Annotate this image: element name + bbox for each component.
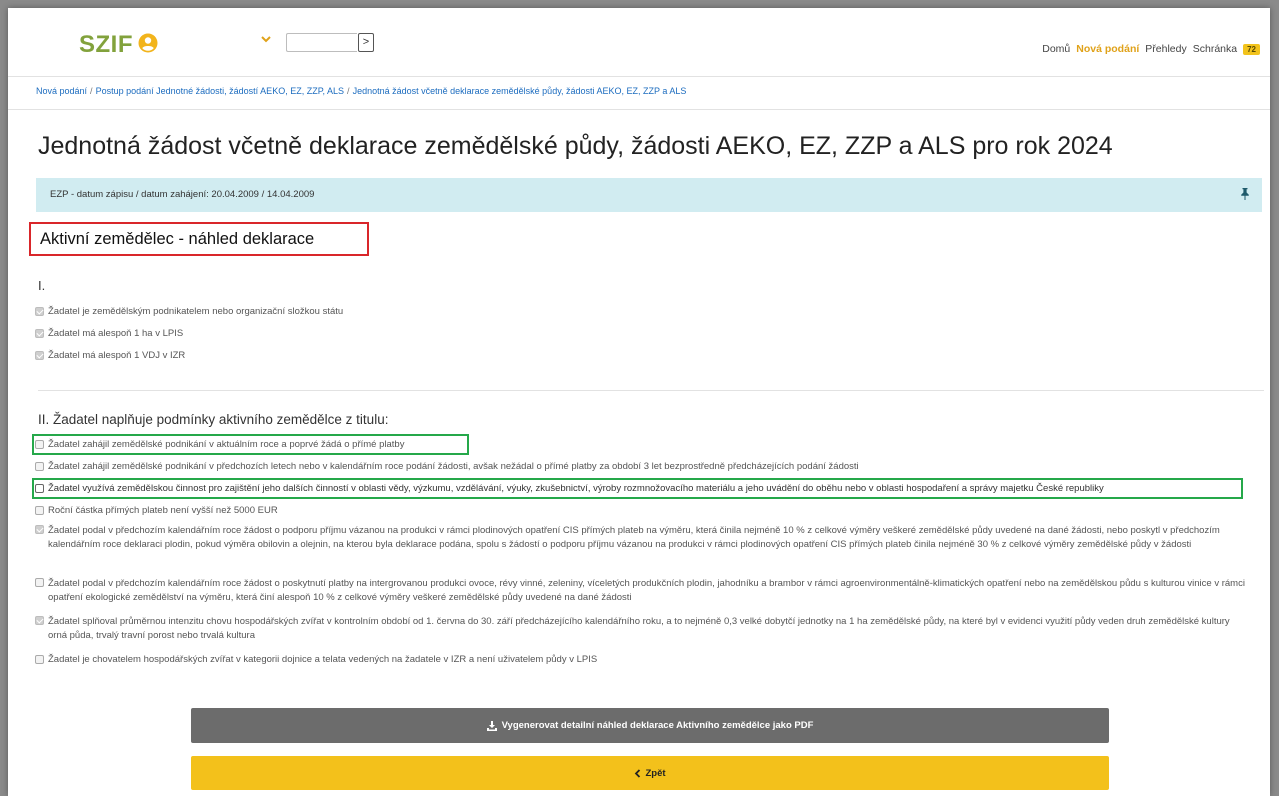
logo[interactable]: SZIF xyxy=(79,31,133,59)
checkbox-label: Žadatel podal v předchozím kalendářním r… xyxy=(48,525,1220,550)
checkbox[interactable] xyxy=(35,578,44,587)
checkbox-row: Žadatel splňoval průměrnou intenzitu cho… xyxy=(35,615,1245,643)
breadcrumb-separator: / xyxy=(90,86,93,96)
checkbox[interactable] xyxy=(35,655,44,664)
breadcrumb-item[interactable]: Postup podání Jednotné žádosti, žádostí … xyxy=(96,86,344,96)
section1-heading: I. xyxy=(38,278,46,293)
chevron-down-icon[interactable] xyxy=(261,35,271,43)
checkbox-row: Žadatel má alespoň 1 ha v LPIS xyxy=(35,328,183,339)
info-bar-text: EZP - datum zápisu / datum zahájení: 20.… xyxy=(50,189,315,200)
organization-input[interactable] xyxy=(286,33,357,52)
checkbox-label: Žadatel zahájil zemědělské podnikání v p… xyxy=(48,461,859,472)
header-divider xyxy=(8,76,1270,77)
main-nav: Domů Nová podání Přehledy Schránka 72 xyxy=(1042,43,1260,55)
breadcrumb-divider xyxy=(8,109,1270,110)
breadcrumb-item[interactable]: Jednotná žádost včetně deklarace zeměděl… xyxy=(353,86,687,96)
back-label: Zpět xyxy=(645,767,666,779)
checkbox-label: Žadatel je chovatelem hospodářských zvíř… xyxy=(48,654,598,665)
top-bar: SZIF > Domů Nová podání Přehledy Schránk… xyxy=(8,8,1270,76)
pin-icon[interactable] xyxy=(1240,188,1250,200)
inbox-count-badge[interactable]: 72 xyxy=(1243,43,1260,55)
highlight-box xyxy=(32,478,1243,499)
generate-pdf-label: Vygenerovat detailní náhled deklarace Ak… xyxy=(501,720,814,731)
checkbox-label: Žadatel splňoval průměrnou intenzitu cho… xyxy=(48,616,1230,641)
nav-home[interactable]: Domů xyxy=(1042,43,1070,55)
chevron-left-icon xyxy=(635,768,641,778)
checkbox-label: Žadatel je zemědělským podnikatelem nebo… xyxy=(48,306,344,317)
user-icon[interactable] xyxy=(138,33,158,53)
checkbox-row: Žadatel je zemědělským podnikatelem nebo… xyxy=(35,306,343,317)
breadcrumb: Nová podání / Postup podání Jednotné žádos… xyxy=(36,86,686,96)
app-window: SZIF > Domů Nová podání Přehledy Schránk… xyxy=(8,8,1270,796)
checkbox-row: Žadatel má alespoň 1 VDJ v IZR xyxy=(35,350,185,361)
nav-overviews[interactable]: Přehledy xyxy=(1145,43,1186,55)
highlight-box xyxy=(32,434,469,455)
checkbox-label: Žadatel podal v předchozím kalendářním r… xyxy=(48,578,1245,603)
section2-heading: II. Žadatel naplňuje podmínky aktivního … xyxy=(38,412,389,427)
checkbox[interactable] xyxy=(35,506,44,515)
checkbox-label: Žadatel má alespoň 1 ha v LPIS xyxy=(48,328,184,339)
breadcrumb-item[interactable]: Nová podání xyxy=(36,86,87,96)
checkbox[interactable] xyxy=(35,351,44,360)
checkbox-row: Žadatel je chovatelem hospodářských zvíř… xyxy=(35,654,597,665)
back-button[interactable]: Zpět xyxy=(191,756,1109,790)
nav-inbox[interactable]: Schránka xyxy=(1193,43,1237,55)
checkbox[interactable] xyxy=(35,329,44,338)
checkbox[interactable] xyxy=(35,462,44,471)
checkbox[interactable] xyxy=(35,525,44,534)
checkbox[interactable] xyxy=(35,307,44,316)
info-bar: EZP - datum zápisu / datum zahájení: 20.… xyxy=(36,178,1262,212)
checkbox-row: Roční částka přímých plateb není vyšší n… xyxy=(35,505,278,516)
generate-pdf-button[interactable]: Vygenerovat detailní náhled deklarace Ak… xyxy=(191,708,1109,743)
page-title: Jednotná žádost včetně deklarace zeměděl… xyxy=(38,132,1113,160)
download-icon xyxy=(486,720,497,731)
checkbox-row: Žadatel podal v předchozím kalendářním r… xyxy=(35,577,1245,605)
section-divider xyxy=(38,390,1264,391)
nav-new-submissions[interactable]: Nová podání xyxy=(1076,43,1139,55)
checkbox-label: Roční částka přímých plateb není vyšší n… xyxy=(48,505,278,516)
checkbox-row: Žadatel zahájil zemědělské podnikání v p… xyxy=(35,461,859,472)
go-button[interactable]: > xyxy=(358,33,374,52)
checkbox-row: Žadatel podal v předchozím kalendářním r… xyxy=(35,524,1245,552)
section-title: Aktivní zemědělec - náhled deklarace xyxy=(29,222,369,256)
checkbox-label: Žadatel má alespoň 1 VDJ v IZR xyxy=(48,350,186,361)
checkbox[interactable] xyxy=(35,616,44,625)
breadcrumb-separator: / xyxy=(347,86,350,96)
